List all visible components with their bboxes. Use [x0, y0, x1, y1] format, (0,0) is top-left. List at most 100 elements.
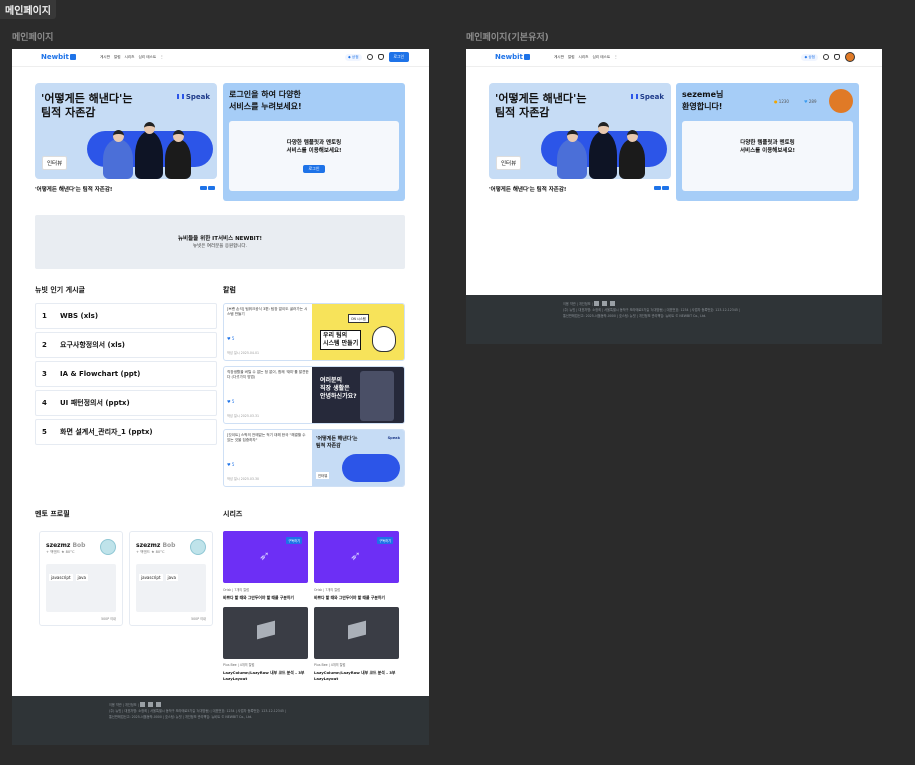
bell-icon[interactable]	[834, 54, 840, 60]
speak-logo: Speak	[630, 93, 664, 101]
user-card-msg: 다양한 템플릿과 멘토링 서비스를 이용해보세요!	[739, 140, 796, 154]
series-meta: Orisk | 7개의 칼럼	[223, 588, 250, 592]
login-button[interactable]: 로그인	[388, 52, 409, 62]
footer-links[interactable]: 이용 약관 | 개인정보 |	[563, 302, 593, 306]
heart-icon: ♥ 5	[227, 336, 235, 341]
promo-banner[interactable]: 뉴비들을 위한 IT서비스 NEWBIT! 뉴빗은 여러분을 응원합니다.	[35, 215, 405, 269]
nav-board[interactable]: 게시판	[554, 55, 564, 60]
person-image	[135, 122, 163, 179]
list-item[interactable]: 4 UI 패턴정의서 (pptx)	[35, 390, 217, 416]
footer-links[interactable]: 이용 약관 | 개인정보 |	[109, 703, 139, 707]
logo[interactable]: Newbit	[41, 53, 76, 61]
mentor-title: 멘토 프로필	[35, 510, 70, 518]
series-card[interactable]	[223, 607, 308, 659]
twitter-icon[interactable]	[601, 301, 607, 306]
twitter-icon[interactable]	[147, 702, 153, 707]
diamond-stat: ♥ 289	[804, 99, 817, 104]
column-card-meta: 작성 일시 2025.03.30	[227, 477, 260, 481]
nav-test[interactable]: 심리 테스트	[592, 55, 610, 60]
nav-board[interactable]: 게시판	[100, 55, 110, 60]
box-icon	[348, 620, 366, 640]
person-image	[165, 130, 191, 179]
nav-series[interactable]: 시리즈	[579, 55, 589, 60]
avatar[interactable]	[829, 89, 853, 113]
person-image	[557, 130, 587, 179]
carousel-controls[interactable]	[200, 186, 215, 190]
login-card-button[interactable]: 로그인	[303, 165, 325, 173]
header: Newbit 게시판 칼럼 시리즈 심리 테스트 ⋮ ◆ 상점 로그인	[12, 49, 429, 67]
column-card[interactable]: [갓이트] 스픽의 전에없는 적기 대해 한국 "해결할 수 있는 것을 집중하…	[223, 429, 405, 487]
person-image	[589, 122, 617, 179]
subscribe-button[interactable]: 구독하기	[377, 537, 393, 544]
login-card-inner: 다양한 템플릿과 멘토링 서비스를 이용해보세요! 로그인	[229, 121, 399, 191]
column-title: 칼럼	[223, 286, 236, 294]
user-card: sezeme님 환영합니다! ● 1230 ♥ 289 다양한 템플릿과 멘토링 서…	[676, 83, 859, 201]
nav-more[interactable]: ⋮	[614, 55, 618, 60]
mentor-name: szezmz Bob	[136, 542, 176, 549]
list-item[interactable]: 2 요구사항정의서 (xls)	[35, 332, 217, 358]
series-card[interactable]	[314, 607, 399, 659]
artboard-main: Newbit 게시판 칼럼 시리즈 심리 테스트 ⋮ ◆ 상점 로그인 '어떻게…	[12, 49, 429, 745]
instagram-icon[interactable]	[155, 702, 161, 707]
person-image	[103, 130, 133, 179]
rocket-icon: ➶	[350, 549, 361, 564]
subscribe-button[interactable]: 구독하기	[286, 537, 302, 544]
series-card-title[interactable]: 바쁘다 할 때와 그만두어야 할 때를 구분하기	[223, 595, 309, 601]
user-greeting: sezeme님 환영합니다!	[682, 90, 724, 111]
hero-caption[interactable]: '어떻게든 해낸다'는 팀적 자존감!	[35, 185, 112, 193]
message-icon[interactable]	[366, 54, 373, 60]
instagram-icon[interactable]	[609, 301, 615, 306]
facebook-icon[interactable]	[593, 301, 599, 306]
list-item[interactable]: 5 화면 설계서_관리자_1 (pptx)	[35, 419, 217, 445]
diamond-icon: ♥	[804, 99, 808, 104]
message-icon[interactable]	[823, 54, 829, 60]
column-card[interactable]: 직장생활을 버틸 수 없는 정 없이, 함께 '재미'를 발견한다 (다섯가지 …	[223, 366, 405, 424]
hero-caption[interactable]: '어떻게든 해낸다'는 팀적 자존감!	[489, 185, 566, 193]
nav: 게시판 칼럼 시리즈 심리 테스트 ⋮	[554, 55, 618, 60]
frame-label-user: 메인페이지(기본유저)	[466, 33, 549, 43]
nav-series[interactable]: 시리즈	[125, 55, 135, 60]
nav-column[interactable]: 칼럼	[568, 55, 575, 60]
series-title: 시리즈	[223, 510, 243, 518]
avatar	[100, 539, 116, 555]
shop-pill[interactable]: ◆ 상점	[344, 53, 362, 61]
facebook-icon[interactable]	[139, 702, 145, 707]
mentor-card[interactable]: szezmz Bob + 백엔드 ★ 80°C javascript java 5…	[39, 531, 123, 626]
login-card-msg: 다양한 템플릿과 멘토링 서비스를 이용해보세요!	[286, 140, 342, 154]
person-image	[619, 130, 645, 179]
logo[interactable]: Newbit	[495, 53, 530, 61]
hero-tag: 인터뷰	[496, 156, 522, 170]
mentor-card[interactable]: szezmz Bob + 백엔드 ★ 80°C javascript java 5…	[129, 531, 213, 626]
hero-banner[interactable]: '어떻게든 해낸다'는 팀적 자존감 Speak 인터뷰	[489, 83, 671, 179]
series-card[interactable]: 구독하기 ➶	[223, 531, 308, 583]
bell-icon[interactable]	[377, 54, 384, 60]
series-card-title[interactable]: LazyColumn/LazyRow 내부 코드 분석 – 3부 LazyLay…	[223, 670, 309, 682]
header-actions: ◆ 상점	[801, 52, 855, 62]
mentor-name: szezmz Bob	[46, 542, 86, 549]
hero-tag: 인터뷰	[42, 156, 68, 170]
series-card-title[interactable]: LazyColumn/LazyRow 내부 코드 분석 – 3부 LazyLay…	[314, 670, 400, 682]
column-card-meta: 작성 일시 2025.04.01	[227, 351, 260, 355]
nav-test[interactable]: 심리 테스트	[138, 55, 156, 60]
column-image: '어떻게든 해낸다'는 팀적 자존감 Speak 인터뷰	[312, 430, 404, 486]
avatar	[190, 539, 206, 555]
nav-more[interactable]: ⋮	[160, 55, 164, 60]
nav-column[interactable]: 칼럼	[114, 55, 121, 60]
coin-icon: ●	[774, 99, 778, 104]
carousel-controls[interactable]	[654, 186, 669, 190]
heart-icon: ♥ 5	[227, 399, 235, 404]
login-card-title: 로그인을 하여 다양한 서비스를 누려보세요!	[229, 90, 302, 111]
series-card-title[interactable]: 바쁘다 할 때와 그만두어야 할 때를 구분하기	[314, 595, 400, 601]
list-item[interactable]: 3 IA & Flowchart (ppt)	[35, 361, 217, 387]
chick-character	[372, 326, 396, 352]
popular-title: 뉴빗 인기 게시글	[35, 286, 85, 294]
hero-banner[interactable]: '어떻게든 해낸다'는 팀적 자존감 Speak 인터뷰	[35, 83, 217, 179]
column-card-text: [브랜 손석] 팀워크공식 3편: 팀장 없이도 굴러가는 시스템 만들기	[227, 307, 308, 316]
hero-title: '어떻게든 해낸다'는 팀적 자존감	[495, 92, 587, 119]
login-card: 로그인을 하여 다양한 서비스를 누려보세요! 다양한 템플릿과 멘토링 서비스를 …	[223, 83, 405, 201]
column-card[interactable]: [브랜 손석] 팀워크공식 3편: 팀장 없이도 굴러가는 시스템 만들기 ♥ …	[223, 303, 405, 361]
series-card[interactable]: 구독하기 ➶	[314, 531, 399, 583]
list-item[interactable]: 1 WBS (xls)	[35, 303, 217, 329]
avatar[interactable]	[845, 52, 855, 62]
shop-pill[interactable]: ◆ 상점	[801, 53, 818, 61]
